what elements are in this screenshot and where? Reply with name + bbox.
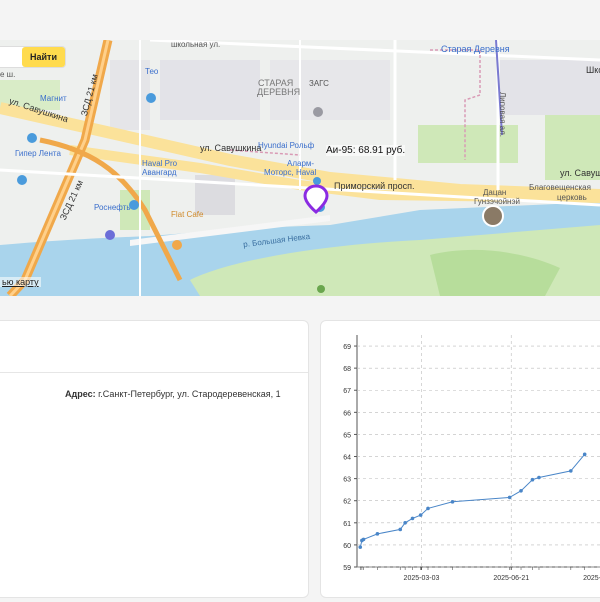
- street-label: Школ: [586, 65, 600, 75]
- fuel-price-label: Аи-95: 68.91 руб.: [326, 145, 406, 156]
- price-point: [426, 506, 430, 511]
- price-point: [450, 500, 455, 504]
- address: Адрес: г.Санкт-Петербург, ул. Стародерев…: [65, 389, 281, 399]
- open-map-link[interactable]: ью карту: [0, 277, 41, 287]
- search-bar[interactable]: Найти: [0, 46, 66, 68]
- y-tick-label: 68: [343, 366, 351, 373]
- poi-label: церковь: [557, 193, 587, 202]
- poi-label: ЗАГС: [309, 79, 329, 88]
- street-label: ул. Савушкина: [200, 143, 262, 153]
- price-point: [358, 545, 363, 549]
- poi-label: Авангард: [142, 168, 177, 177]
- x-tick-label: 2025-06-21: [493, 575, 529, 582]
- street-label: Приморский просп.: [334, 181, 415, 191]
- y-tick-label: 65: [343, 432, 351, 439]
- poi-label: Hyundai Рольф: [258, 141, 315, 150]
- poi-label: Аларм-: [287, 159, 315, 168]
- price-point: [569, 469, 573, 473]
- y-tick-label: 64: [343, 455, 351, 462]
- price-point: [519, 488, 523, 493]
- y-tick-label: 63: [343, 477, 351, 484]
- x-tick-label: 2025-10-09: [583, 575, 600, 582]
- price-point: [507, 495, 512, 500]
- district-label: ДЕРЕВНЯ: [257, 87, 301, 97]
- poi-label: Тео: [145, 67, 159, 76]
- find-button[interactable]: Найти: [22, 47, 65, 67]
- y-tick-label: 67: [343, 388, 351, 395]
- map[interactable]: школьная ул. Старая Деревня Школ СТАРАЯ …: [0, 40, 600, 296]
- street-label: Липовая ал.: [498, 91, 508, 138]
- poi-label: Роснефть: [94, 203, 131, 212]
- station-info-card: Адрес: г.Санкт-Петербург, ул. Стародерев…: [0, 320, 309, 598]
- y-tick-label: 62: [343, 499, 351, 506]
- divider: [0, 372, 308, 373]
- price-point: [537, 475, 541, 480]
- y-tick-label: 69: [343, 344, 351, 351]
- price-point: [530, 477, 535, 482]
- price-chart-card: 59 60 61 62 63 64 65 66 67 68 69 2025-03-03 2025-06-…: [320, 320, 600, 598]
- metro-label: Старая Деревня: [441, 44, 510, 54]
- street-label: ул. Савушкина: [560, 168, 600, 178]
- street-label: е ш.: [0, 70, 16, 79]
- address-label: Адрес:: [65, 389, 96, 399]
- poi-label: Гипер Лента: [15, 149, 61, 158]
- poi-label: Гунзэчойнэй: [474, 197, 521, 206]
- poi-label: Дацан: [483, 188, 507, 197]
- price-point: [418, 513, 423, 517]
- price-point: [398, 527, 403, 532]
- price-point: [410, 516, 415, 521]
- y-tick-label: 60: [343, 543, 351, 550]
- y-tick-label: 59: [343, 565, 351, 572]
- poi-label: Haval Pro: [142, 159, 178, 168]
- y-tick-label: 61: [343, 521, 351, 528]
- price-point: [582, 452, 587, 457]
- price-point: [403, 521, 407, 525]
- x-tick-label: 2025-03-03: [404, 575, 440, 582]
- poi-label: Благовещенская: [529, 183, 591, 192]
- poi-label: Магнит: [40, 94, 67, 103]
- price-point: [375, 532, 380, 536]
- address-value: г.Санкт-Петербург, ул. Стародеревенская,…: [95, 389, 281, 399]
- poi-label: Моторс, Haval: [264, 168, 317, 177]
- price-point: [361, 537, 366, 542]
- price-chart: 59 60 61 62 63 64 65 66 67 68 69 2025-03-03 2025-06-…: [343, 335, 600, 582]
- street-label: школьная ул.: [171, 40, 221, 49]
- poi-label: Flat Cafe: [171, 210, 204, 219]
- y-tick-label: 66: [343, 410, 351, 417]
